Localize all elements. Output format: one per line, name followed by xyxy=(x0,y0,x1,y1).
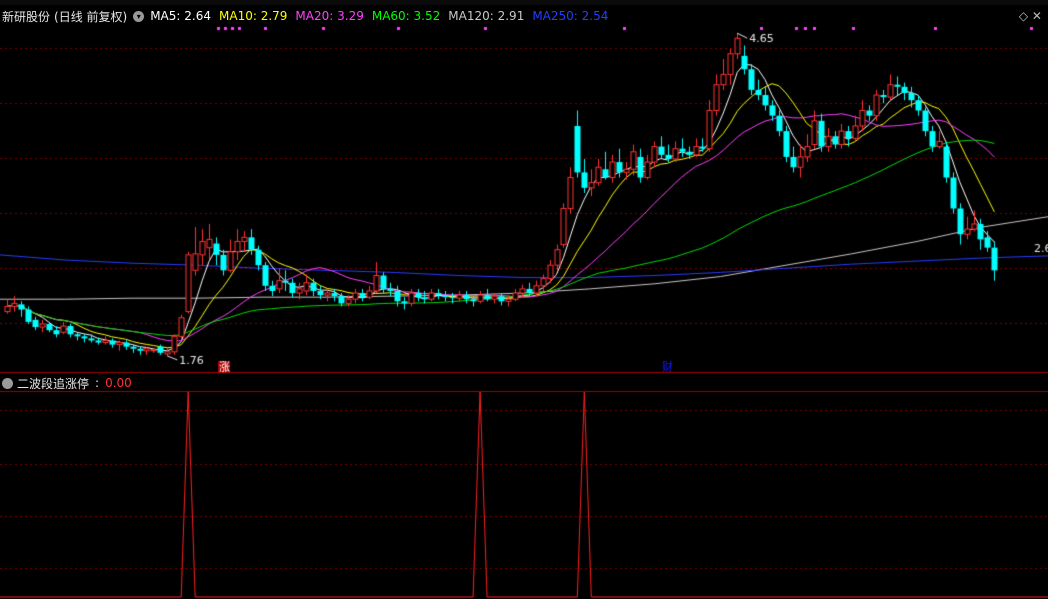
chart-legend: 新研股份 (日线 前复权) ▾ MA5: 2.64 MA10: 2.79 MA2… xyxy=(2,8,616,24)
chevron-down-icon[interactable]: ▾ xyxy=(133,10,145,22)
period-label: (日线 前复权) xyxy=(54,9,128,24)
candlestick-chart[interactable] xyxy=(0,0,1048,599)
indicator-name: 二波段追涨停 xyxy=(17,376,90,391)
ma60-value: MA60: 3.52 xyxy=(371,9,441,23)
indicator-separator: : xyxy=(95,376,100,390)
ma5-value: MA5: 2.64 xyxy=(150,9,211,23)
stock-name: 新研股份 xyxy=(2,9,51,24)
ma120-value: MA120: 2.91 xyxy=(448,9,525,23)
indicator-value: 0.00 xyxy=(105,376,132,390)
indicator-toggle-icon[interactable] xyxy=(2,377,13,389)
diamond-icon[interactable]: ◇ ✕ xyxy=(1019,9,1042,23)
ma10-value: MA10: 2.79 xyxy=(219,9,288,23)
ma20-value: MA20: 3.29 xyxy=(295,9,364,23)
indicator-legend: 二波段追涨停 : 0.00 xyxy=(2,375,132,391)
ma250-value: MA250: 2.54 xyxy=(532,9,609,23)
